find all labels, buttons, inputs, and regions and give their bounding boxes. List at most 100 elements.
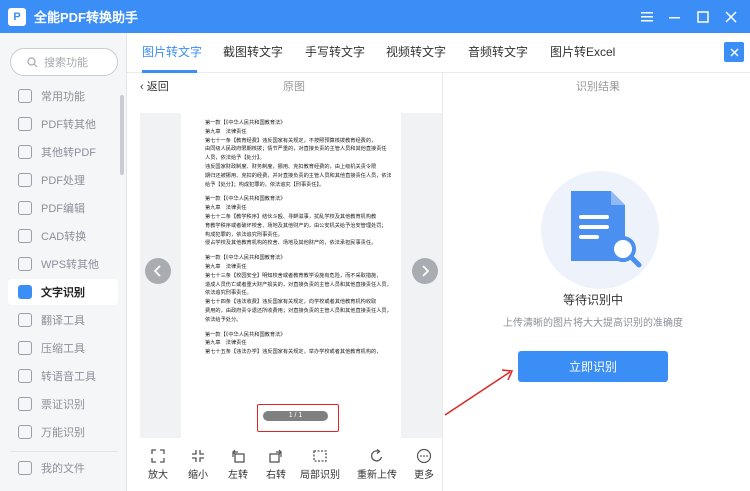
active-tab-indicator [142,70,197,73]
sidebar-item-label: PDF处理 [41,175,85,187]
doc-line: 侵占学校及其他教育机构的校舍、场地及其他财产的，依法承担民事责任。 [205,240,377,247]
crop-icon [313,450,327,462]
doc-line: 费用的，由政府责令退还所收费用；对直接负责的主管人员和其他直接责任人员， [205,307,391,314]
doc-line: 第七十五条【违法办学】违反国家有关规定，举办学校或者其他教育机构的， [205,349,382,356]
wps-icon [18,257,32,271]
doc-line: 人员，依法给予【处分】。 [205,155,265,162]
chevron-left-icon: ‹ [140,81,147,93]
status-tip: 上传清晰的图片将大大提高识别的准确度 [503,318,683,329]
ticket-icon [18,397,32,411]
doc-line: 第一款【《中华人民共和国教育法》 [205,255,286,262]
annotation-arrow [444,369,514,416]
tool-label: 缩小 [188,470,208,481]
sidebar-item-cad[interactable]: CAD转换 [8,223,118,249]
recognize-now-button[interactable]: 立即识别 [518,351,668,382]
page-indicator: 1 / 1 [263,411,328,421]
sidebar-item-label: 我的文件 [41,463,85,475]
result-label: 识别结果 [576,81,620,93]
sidebar-item-translate[interactable]: 翻译工具 [8,307,118,333]
star-icon [18,89,32,103]
rotate-right-button[interactable]: 右转 [266,448,286,481]
sidebar-item-pdf-to-other[interactable]: PDF转其他 [8,111,118,137]
doc-line: 第九章 法律责任 [205,205,247,212]
search-input[interactable]: 搜索功能 [10,48,118,76]
minimize-icon[interactable] [662,0,688,33]
doc-line: 第七十三条【校园安全】明知校舍或者教育教学设施有危险，而不采取措施， [205,272,382,279]
doc-line: 第一款【《中华人民共和国教育法》 [205,120,286,126]
rotate-left-button[interactable]: 左转 [228,448,248,481]
doc-line: 违反国家财政制度、财务制度，挪用、克扣教育经费的，由上级机关责令限 [205,163,377,170]
rotate-left-icon [232,449,245,463]
sidebar-item-label: 转语音工具 [41,371,96,383]
zoom-out-icon [192,450,204,462]
close-panel-icon[interactable] [724,42,744,62]
zoom-in-button[interactable]: 放大 [148,448,168,481]
sidebar-item-label: PDF编辑 [41,203,85,215]
tab-handwriting-to-text[interactable]: 手写转文字 [305,33,365,73]
folder-icon [18,461,32,475]
tab-image-to-excel[interactable]: 图片转Excel [550,33,615,73]
doc-line: 依法追究刑事责任。 [205,290,252,297]
sidebar-item-common[interactable]: 常用功能 [8,83,118,109]
sidebar-item-universal[interactable]: 万能识别 [8,419,118,445]
doc-line: 造成人员伤亡或者重大财产损失的，对直接负责的主管人员和其他直接责任人员， [205,281,391,288]
doc-line: 第一款【《中华人民共和国教育法》 [205,196,286,203]
doc-line: 给予【处分】；构成犯罪的，依法追究【刑事责任】。 [205,181,325,188]
title-bar: P 全能PDF转换助手 [0,0,750,33]
more-button[interactable]: 更多 [414,448,434,481]
sidebar-item-ocr[interactable]: 文字识别 [8,279,118,305]
maximize-icon[interactable] [690,0,716,33]
prev-page-icon[interactable] [145,258,171,284]
sidebar-item-my-files[interactable]: 我的文件 [8,455,118,481]
doc-line: 育教学秩序或者破坏校舍、场地及其他财产的，由公安机关给予治安管理处罚； [205,222,387,229]
sidebar-item-label: CAD转换 [41,231,87,243]
sidebar-item-speech[interactable]: 转语音工具 [8,363,118,389]
status-title: 等待识别中 [562,293,623,307]
doc-line: 第九章 法律责任 [205,263,247,270]
window-controls [632,0,744,33]
sidebar-item-label: 压缩工具 [41,343,85,355]
doc-line: 第七十二条【教学秩序】结伙斗殴、寻衅滋事，扰乱学校及其他教育机构教 [205,213,377,220]
tab-image-to-text[interactable]: 图片转文字 [142,33,202,73]
search-icon [27,56,38,67]
doc-line: 第一款【《中华人民共和国教育法》 [205,331,286,338]
close-icon[interactable] [718,0,744,33]
tab-audio-to-text[interactable]: 音频转文字 [468,33,528,73]
sidebar-item-pdf-edit[interactable]: PDF编辑 [8,195,118,221]
sidebar: 搜索功能 常用功能 PDF转其他 其他转PDF PDF处理 PDF编辑 CAD转… [0,33,127,491]
local-recognize-button[interactable]: 局部识别 [300,448,340,481]
sidebar-divider [10,451,118,452]
menu-icon[interactable] [634,0,660,33]
doc-line: 第七十四条【违法收费】违反国家有关规定，向学校或者其他教育机构收取 [205,299,377,306]
doc-line: 依法给予处分。 [205,316,242,323]
doc-line: 构成犯罪的，依法追究刑事责任。 [205,231,283,238]
doc-line: 第九章 法律责任 [205,340,247,347]
to-pdf-icon [18,145,32,159]
next-page-icon[interactable] [412,258,438,284]
cad-icon [18,229,32,243]
tool-label: 重新上传 [357,470,397,481]
document-image: 第一款【《中华人民共和国教育法》 第九章 法律责任 第七十一条【教育经费】违反国家有… [181,113,401,438]
sidebar-item-ticket[interactable]: 票证识别 [8,391,118,417]
sidebar-item-wps[interactable]: WPS转其他 [8,251,118,277]
ocr-icon [18,285,32,299]
search-placeholder: 搜索功能 [44,57,88,69]
original-label: 原图 [283,81,305,93]
doc-line: 期归还被挪用、克扣的经费，并对直接负责的主管人员和其他直接责任人员，依法 [205,172,391,179]
sidebar-item-other-to-pdf[interactable]: 其他转PDF [8,139,118,165]
zoom-out-button[interactable]: 缩小 [188,448,208,481]
sidebar-scrollbar[interactable] [120,95,124,175]
tab-video-to-text[interactable]: 视频转文字 [386,33,446,73]
doc-line: 第七十一条【教育经费】违反国家有关规定，不按照预算核拨教育经费的， [205,137,377,144]
back-label: 返回 [146,81,169,93]
sidebar-item-pdf-process[interactable]: PDF处理 [8,167,118,193]
tab-bar: 图片转文字 截图转文字 手写转文字 视频转文字 音频转文字 图片转Excel [127,33,750,73]
preview-toolbar: 放大 缩小 左转 右转 局部识别 重新上传 更多 [140,448,442,486]
back-button[interactable]: ‹ 返回 [140,78,169,94]
tool-label: 左转 [228,470,248,481]
sidebar-item-compress[interactable]: 压缩工具 [8,335,118,361]
tab-screenshot-to-text[interactable]: 截图转文字 [223,33,283,73]
reupload-button[interactable]: 重新上传 [357,448,397,481]
sidebar-item-label: PDF转其他 [41,119,96,131]
app-logo: P [8,7,26,26]
